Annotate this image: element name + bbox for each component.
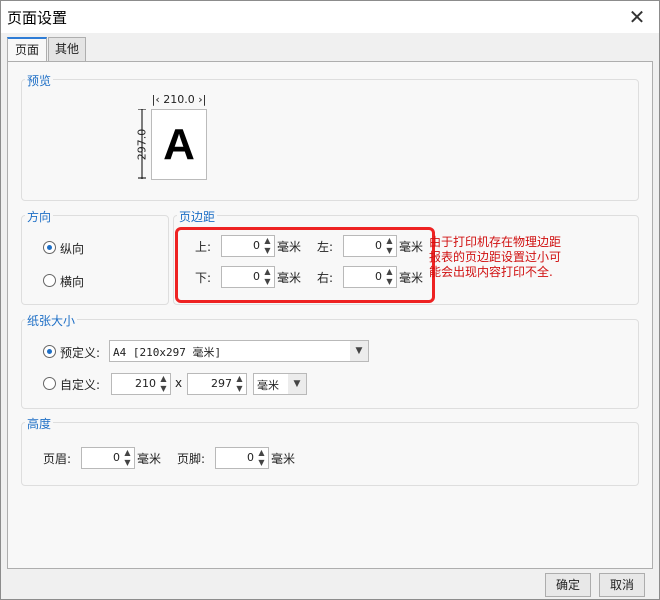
- custom-label: 自定义:: [60, 378, 101, 392]
- spin-up-icon[interactable]: ▲: [158, 374, 169, 383]
- spin-down-icon[interactable]: ▼: [158, 384, 169, 393]
- footer-label: 页脚:: [177, 452, 206, 466]
- spin-down-icon[interactable]: ▼: [122, 458, 133, 467]
- ok-button[interactable]: 确定: [545, 573, 591, 597]
- preview-width-dimension: |‹ 210.0 ›|: [151, 93, 207, 106]
- preview-paper: A: [151, 109, 207, 180]
- custom-width-value: 210: [135, 377, 156, 390]
- chevron-down-icon[interactable]: ▼: [350, 341, 368, 361]
- custom-height-input[interactable]: 297 ▲ ▼: [187, 373, 247, 395]
- footer-value: 0: [247, 451, 254, 464]
- margins-group-label: 页边距: [177, 208, 218, 225]
- dialog-title: 页面设置: [7, 9, 68, 27]
- header-footer-group-label: 高度: [25, 415, 54, 432]
- landscape-radio[interactable]: [43, 274, 56, 287]
- preview-letter: A: [163, 120, 195, 169]
- cancel-button[interactable]: 取消: [599, 573, 645, 597]
- spin-down-icon[interactable]: ▼: [256, 458, 267, 467]
- page-setup-dialog: 页面设置 ✕ 页面 其他 预览 |‹ 210.0 ›| 297.0 A 方向 纵…: [0, 0, 660, 600]
- predefined-label: 预定义:: [60, 346, 101, 360]
- preview-width-text: 210.0: [163, 93, 195, 106]
- tab-page[interactable]: 页面: [7, 37, 47, 64]
- predefined-paper-value: A4 [210x297 毫米]: [113, 346, 222, 359]
- orientation-group-label: 方向: [25, 208, 54, 225]
- preview-group-label: 预览: [25, 72, 54, 89]
- paper-size-group-label: 纸张大小: [25, 312, 78, 329]
- footer-unit: 毫米: [271, 452, 296, 466]
- orientation-group: [21, 215, 169, 305]
- footer-input[interactable]: 0 ▲ ▼: [215, 447, 269, 469]
- title-bar: 页面设置 ✕: [1, 1, 659, 33]
- custom-unit-value: 毫米: [257, 379, 279, 392]
- preview-group: [21, 79, 639, 201]
- portrait-radio[interactable]: [43, 241, 56, 254]
- portrait-label: 纵向: [60, 242, 85, 256]
- chevron-down-icon[interactable]: ▼: [288, 374, 306, 394]
- spin-up-icon[interactable]: ▲: [256, 448, 267, 457]
- header-unit: 毫米: [137, 452, 162, 466]
- header-input[interactable]: 0 ▲ ▼: [81, 447, 135, 469]
- close-icon[interactable]: ✕: [623, 3, 651, 31]
- custom-radio[interactable]: [43, 377, 56, 390]
- custom-unit-select[interactable]: 毫米 ▼: [253, 373, 307, 395]
- custom-height-value: 297: [211, 377, 232, 390]
- landscape-label: 横向: [60, 275, 85, 289]
- spin-up-icon[interactable]: ▲: [234, 374, 245, 383]
- header-value: 0: [113, 451, 120, 464]
- spin-down-icon[interactable]: ▼: [234, 384, 245, 393]
- predefined-radio[interactable]: [43, 345, 56, 358]
- header-label: 页眉:: [43, 452, 72, 466]
- warning-highlight: [175, 227, 435, 303]
- margin-warning-text: 由于打印机存在物理边距报表的页边距设置过小可能会出现内容打印不全.: [429, 235, 562, 279]
- custom-width-input[interactable]: 210 ▲ ▼: [111, 373, 171, 395]
- preview-height-dimension: 297.0: [135, 108, 149, 179]
- preview-height-text: 297.0: [135, 128, 149, 161]
- paper-size-group: [21, 319, 639, 409]
- times-symbol: x: [175, 376, 183, 390]
- predefined-paper-select[interactable]: A4 [210x297 毫米] ▼: [109, 340, 369, 362]
- spin-up-icon[interactable]: ▲: [122, 448, 133, 457]
- tab-other[interactable]: 其他: [48, 37, 86, 62]
